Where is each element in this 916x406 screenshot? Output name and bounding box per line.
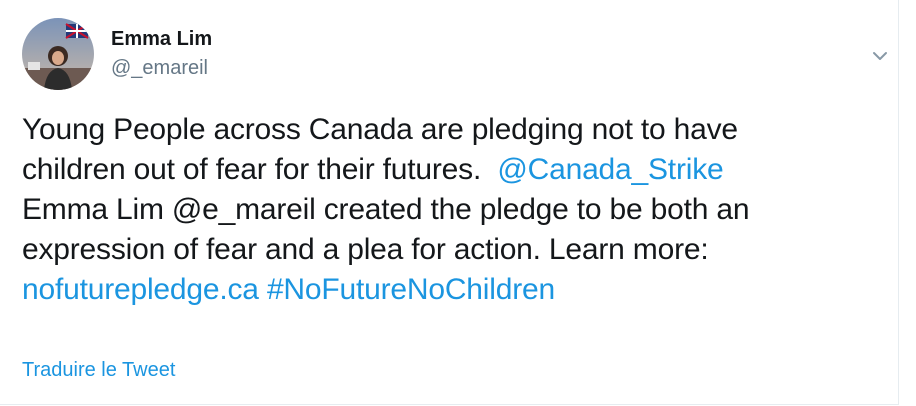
tweet-text-line: expression of fear and a plea for action… <box>22 233 709 266</box>
mention-link[interactable]: @Canada_Strike <box>497 153 723 186</box>
chevron-down-icon[interactable] <box>870 46 890 66</box>
author-handle[interactable]: @_emareil <box>111 57 208 80</box>
tweet-card: Emma Lim @_emareil Young People across C… <box>0 0 899 405</box>
tweet-header: Emma Lim @_emareil <box>22 18 887 90</box>
tweet-text-line: nofuturepledge.ca #NoFutureNoChildren <box>22 270 890 310</box>
author-name[interactable]: Emma Lim <box>111 28 212 51</box>
tweet-text-line: children out of fear for their futures. … <box>22 150 890 190</box>
avatar[interactable] <box>22 18 94 90</box>
url-link[interactable]: nofuturepledge.ca <box>22 273 259 306</box>
translate-tweet-link[interactable]: Traduire le Tweet <box>22 359 175 382</box>
tweet-text-line: Emma Lim @e_mareil created the pledge to… <box>22 193 750 226</box>
tweet-text: Young People across Canada are pledging … <box>22 110 890 310</box>
hashtag-link[interactable]: #NoFutureNoChildren <box>267 273 555 306</box>
tweet-text-line: Young People across Canada are pledging … <box>22 113 738 146</box>
tweet-text-segment: children out of fear for their futures. <box>22 153 498 186</box>
